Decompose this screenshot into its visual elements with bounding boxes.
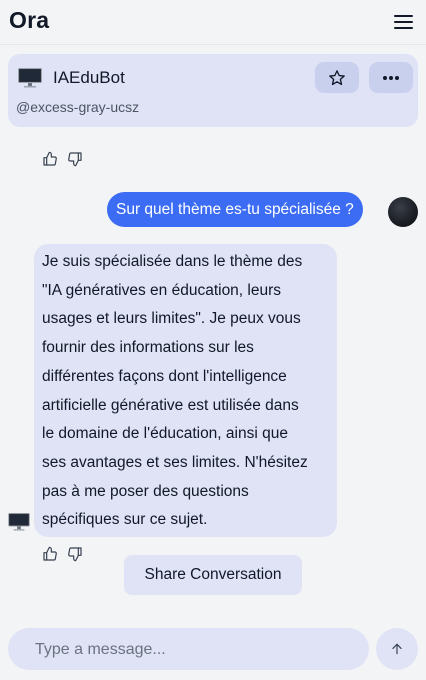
bot-message-line: Je suis spécialisée dans le thème des xyxy=(42,253,303,270)
bot-message-line: artificielle générative est utilisée dan… xyxy=(42,396,299,414)
bot-info-card: IAEduBot @excess-gray-ucsz xyxy=(8,54,418,127)
bot-message-line: fournir des informations sur les xyxy=(42,339,254,357)
thumbs-down-icon[interactable] xyxy=(67,151,83,167)
arrow-up-icon xyxy=(392,643,402,655)
app-logo: Ora xyxy=(9,7,50,33)
bot-message-line: ses avantages et ses limites. N'hésitez xyxy=(42,453,308,471)
hamburger-menu-icon[interactable] xyxy=(394,12,414,30)
more-options-button[interactable] xyxy=(369,62,413,93)
message-input[interactable] xyxy=(33,628,357,672)
thumbs-down-icon[interactable] xyxy=(67,546,83,562)
app: Ora IAEduBot @excess-gray-ucsz Sur quel … xyxy=(0,0,426,680)
star-icon xyxy=(329,69,345,85)
user-avatar[interactable] xyxy=(388,197,418,227)
thumbs-up-icon[interactable] xyxy=(42,151,58,167)
thumbs-up-icon[interactable] xyxy=(42,546,58,562)
bot-message-line: usages et leurs limites". Je peux vous xyxy=(42,310,301,328)
user-message-bubble: Sur quel thème es-tu spécialisée ? xyxy=(107,192,363,227)
more-horizontal-icon xyxy=(383,75,399,80)
computer-monitor-icon xyxy=(8,513,30,531)
bot-message-line: spécifiques sur ce sujet. xyxy=(42,511,208,529)
bot-message-line: "IA génératives en éducation, leurs xyxy=(42,281,282,299)
bot-message-line: le domaine de l'éducation, ainsi que xyxy=(42,425,288,443)
favorite-button[interactable] xyxy=(315,62,359,93)
bot-message-line: pas à me poser des questions xyxy=(42,482,249,500)
share-conversation-button[interactable]: Share Conversation xyxy=(124,555,302,595)
bot-message-bubble: Je suis spécialisée dans le thème des "I… xyxy=(34,244,337,537)
message-composer xyxy=(8,628,369,672)
top-bar: Ora xyxy=(0,0,426,45)
bot-handle: @excess-gray-ucsz xyxy=(16,99,140,115)
computer-monitor-icon xyxy=(18,68,42,88)
send-button[interactable] xyxy=(376,628,418,670)
feedback-row xyxy=(42,151,83,167)
bot-message-line: différentes façons dont l'intelligence xyxy=(42,367,287,385)
feedback-row xyxy=(42,546,83,562)
bot-name: IAEduBot xyxy=(53,68,125,87)
